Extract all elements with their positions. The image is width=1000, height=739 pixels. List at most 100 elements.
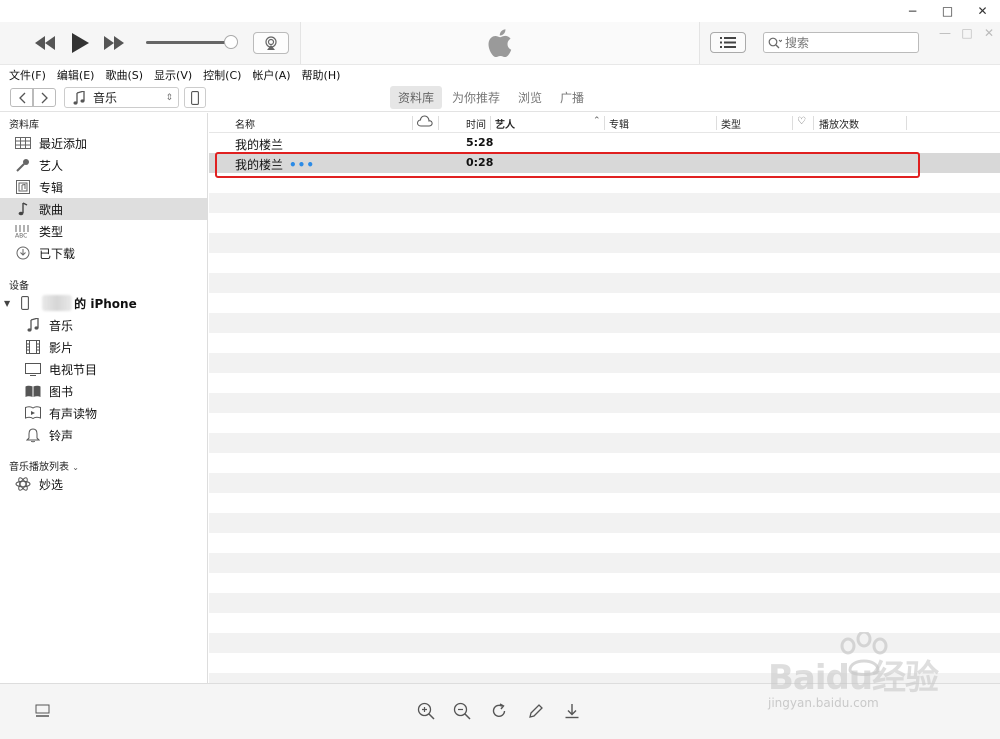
sidebar-device-tones[interactable]: 铃声 [0,424,207,446]
fast-forward-button[interactable] [102,34,126,52]
menu-controls[interactable]: 控制(C) [203,67,241,83]
empty-row [209,273,1000,293]
menu-bar: 文件(F) 编辑(E) 歌曲(S) 显示(V) 控制(C) 帐户(A) 帮助(H… [0,64,1000,84]
updown-chevron-icon: ⇕ [165,92,173,103]
album-icon [14,179,32,195]
sidebar-item-recently-added[interactable]: 最近添加 [0,132,207,154]
zoom-in-button[interactable] [416,701,436,721]
column-artist[interactable]: 艺人 [495,116,515,131]
column-album[interactable]: 专辑 [609,116,629,131]
playlists-section-title[interactable]: 音乐播放列表 ⌄ [9,458,79,473]
column-plays[interactable]: 播放次数 [819,116,859,131]
empty-row [209,453,1000,473]
menu-file[interactable]: 文件(F) [9,67,46,83]
up-next-button[interactable] [710,32,746,53]
sidebar-item-label: 铃声 [49,428,74,443]
column-name[interactable]: 名称 [235,116,255,131]
heart-icon[interactable]: ♡ [797,116,806,127]
pencil-icon [529,704,543,718]
music-note-icon [24,317,42,333]
sidebar-device-music[interactable]: 音乐 [0,314,207,336]
sidebar-playlist-genius[interactable]: 妙选 [0,473,207,495]
sidebar-item-albums[interactable]: 专辑 [0,176,207,198]
sidebar-device-audiobooks[interactable]: 有声读物 [0,402,207,424]
rewind-button[interactable] [33,34,57,52]
sidebar-item-songs[interactable]: 歌曲 [0,198,207,220]
device-button[interactable] [184,87,206,108]
sidebar-item-genres[interactable]: ABC 类型 [0,220,207,242]
zoom-out-icon [453,702,471,720]
column-divider [490,116,491,130]
close-button[interactable]: ✕ [965,0,1000,22]
window-controls: − □ ✕ [895,0,1000,22]
back-button[interactable] [10,88,33,107]
edit-button[interactable] [526,701,546,721]
devices-section-title: 设备 [9,281,29,292]
tab-browse[interactable]: 浏览 [510,86,550,109]
empty-row [209,493,1000,513]
zoom-out-button[interactable] [452,701,472,721]
empty-row [209,473,1000,493]
search-box[interactable] [763,32,919,53]
menu-account[interactable]: 帐户(A) [252,67,290,83]
forward-button[interactable] [33,88,56,107]
play-icon [72,33,89,53]
itunes-window: − □ ✕ 搜索 — □ ✕ 文件(F) 编辑(E) 歌曲(S) 显示(V) 控… [0,0,1000,739]
download-button[interactable] [562,701,582,721]
empty-row [209,653,1000,673]
list-icon [720,37,736,48]
minimize-button[interactable]: − [895,0,930,22]
audiobook-icon [24,405,42,421]
song-name: 我的楼兰 [235,138,284,152]
column-genre[interactable]: 类型 [721,116,741,131]
menu-song[interactable]: 歌曲(S) [105,67,143,83]
music-note-icon [73,90,85,105]
playlists-title-label: 音乐播放列表 [9,462,69,473]
refresh-button[interactable] [489,701,509,721]
mini-maximize-button[interactable]: □ [956,26,978,40]
search-icon [768,37,782,48]
tab-radio[interactable]: 广播 [552,86,592,109]
column-divider [792,116,793,130]
bell-icon [24,427,42,443]
empty-row [209,633,1000,653]
cloud-icon[interactable] [416,115,433,130]
triangle-down-icon[interactable]: ▼ [4,299,10,308]
maximize-button[interactable]: □ [930,0,965,22]
column-divider [716,116,717,130]
sidebar-device-books[interactable]: 图书 [0,380,207,402]
empty-row [209,393,1000,413]
media-type-selector[interactable]: 音乐 ⇕ [64,87,179,108]
table-row[interactable]: 我的楼兰 5:28 [209,133,1000,153]
airplay-button[interactable] [253,32,289,54]
genre-icon: ABC [14,223,32,239]
chevron-down-icon: ⌄ [72,463,79,472]
menu-help[interactable]: 帮助(H) [302,67,341,83]
empty-row [209,433,1000,453]
sidebar-device-iphone[interactable]: ▼ 的 iPhone [0,292,207,314]
empty-row [209,193,1000,213]
search-input[interactable] [785,35,905,50]
chevron-right-icon [41,92,48,103]
volume-slider-knob[interactable] [224,35,238,49]
tv-icon [24,361,42,377]
sidebar-device-movies[interactable]: 影片 [0,336,207,358]
toggle-artwork-button[interactable] [33,701,53,721]
sidebar-item-label: 已下载 [39,246,76,261]
column-time[interactable]: 时间 [466,116,486,131]
sidebar-item-downloaded[interactable]: 已下载 [0,242,207,264]
volume-slider-track[interactable] [146,41,232,44]
sidebar-item-label: 类型 [39,224,64,239]
sidebar-item-artists[interactable]: 艺人 [0,154,207,176]
tab-for-you[interactable]: 为你推荐 [444,86,508,109]
table-row-selected[interactable]: 我的楼兰 ••• 0:28 [209,153,1000,173]
mini-minimize-button[interactable]: — [934,26,956,40]
sort-ascending-icon: ⌃ [593,116,601,126]
sidebar-device-tv-shows[interactable]: 电视节目 [0,358,207,380]
menu-view[interactable]: 显示(V) [154,67,192,83]
more-options-icon[interactable]: ••• [289,158,315,172]
mini-close-button[interactable]: ✕ [978,26,1000,40]
play-button[interactable] [68,31,92,55]
tab-library[interactable]: 资料库 [390,86,443,109]
menu-edit[interactable]: 编辑(E) [57,67,95,83]
